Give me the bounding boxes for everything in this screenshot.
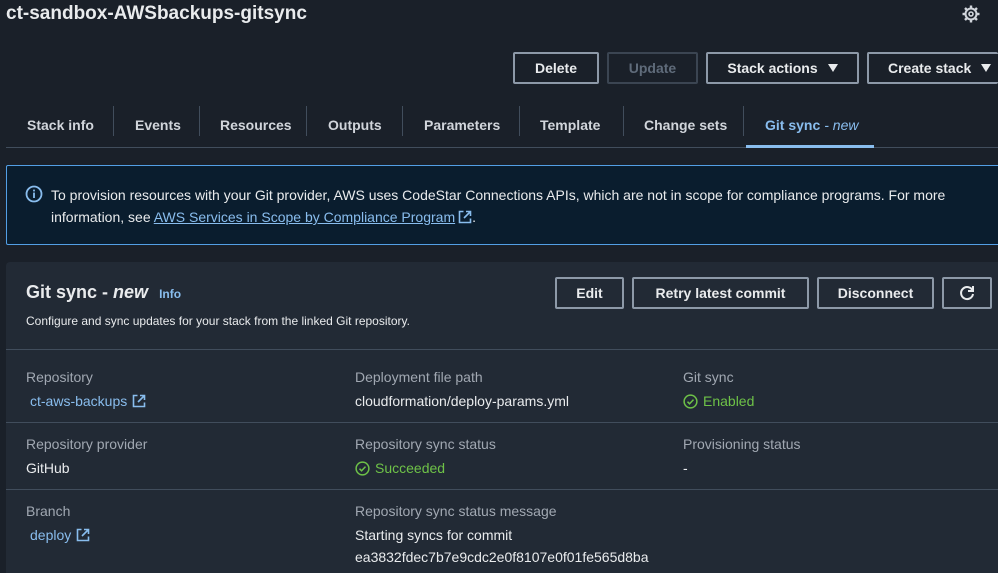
tab-bar: Stack info Events Resources Outputs Para… (6, 102, 998, 148)
create-stack-label: Create stack (888, 60, 972, 76)
git-sync-panel: Git sync - new Info Configure and sync u… (6, 262, 998, 573)
active-tab-indicator (746, 145, 874, 148)
disconnect-button-label: Disconnect (837, 285, 914, 301)
retry-latest-commit-button[interactable]: Retry latest commit (632, 277, 809, 309)
tab-change-sets[interactable]: Change sets (644, 102, 727, 148)
stack-actions-label: Stack actions (727, 60, 818, 76)
repository-sync-status-label: Repository sync status (355, 436, 496, 452)
external-link-icon (76, 528, 90, 542)
tab-separator (199, 106, 200, 136)
repository-value: ct-aws-backups (30, 393, 128, 409)
tab-parameters[interactable]: Parameters (424, 102, 500, 148)
tab-label: Outputs (328, 117, 382, 133)
compliance-program-link[interactable]: AWS Services in Scope by Compliance Prog… (154, 209, 455, 225)
repository-sync-message-line1: Starting syncs for commit (355, 527, 513, 543)
deployment-file-label: Deployment file path (355, 369, 483, 385)
edit-button[interactable]: Edit (555, 277, 624, 309)
external-link-icon (132, 394, 146, 408)
repository-sync-status-value: Succeeded (375, 460, 446, 476)
tab-new-tag: - new (824, 117, 859, 133)
tab-stack-info[interactable]: Stack info (27, 102, 94, 148)
stack-actions-button[interactable]: Stack actions (706, 52, 859, 84)
git-sync-value: Enabled (703, 393, 755, 409)
refresh-button[interactable] (942, 277, 992, 309)
tab-label: Change sets (644, 117, 728, 133)
check-circle-icon (355, 460, 370, 476)
caret-down-icon (981, 64, 992, 72)
git-sync-status: Enabled (683, 393, 754, 409)
row-divider (6, 489, 998, 490)
check-circle-icon (683, 393, 698, 409)
caret-down-icon (827, 64, 838, 72)
tab-separator (623, 106, 624, 136)
update-button[interactable]: Update (607, 52, 698, 84)
row-divider (6, 422, 998, 423)
tab-template[interactable]: Template (540, 102, 600, 148)
tab-separator (306, 106, 307, 136)
repository-label: Repository (26, 369, 93, 385)
disconnect-button[interactable]: Disconnect (817, 277, 934, 309)
repository-sync-message-label: Repository sync status message (355, 503, 557, 519)
delete-button[interactable]: Delete (513, 52, 599, 84)
panel-title: Git sync - new Info (26, 282, 181, 303)
tab-label: Resources (220, 117, 292, 133)
panel-divider (6, 349, 998, 350)
tab-label: Stack info (27, 117, 94, 133)
repository-provider-label: Repository provider (26, 436, 148, 452)
repository-link[interactable]: ct-aws-backups (30, 393, 146, 409)
tab-label: Parameters (424, 117, 501, 133)
tab-separator (402, 106, 403, 136)
branch-label: Branch (26, 503, 71, 519)
tab-label: Template (540, 117, 601, 133)
info-link[interactable]: Info (159, 287, 181, 301)
refresh-icon (960, 286, 974, 301)
tab-label: Git sync (765, 117, 821, 133)
info-alert: To provision resources with your Git pro… (6, 165, 998, 245)
alert-text-end: . (472, 209, 477, 225)
tab-separator (113, 106, 114, 136)
panel-description: Configure and sync updates for your stac… (26, 314, 410, 328)
edit-button-label: Edit (576, 285, 603, 301)
tab-outputs[interactable]: Outputs (328, 102, 382, 148)
update-button-label: Update (628, 60, 677, 76)
gear-icon[interactable] (960, 3, 982, 25)
create-stack-button[interactable]: Create stack (867, 52, 998, 84)
git-sync-label: Git sync (683, 369, 734, 385)
panel-title-text: Git sync - (26, 282, 109, 302)
repository-sync-status: Succeeded (355, 460, 445, 476)
tab-separator (519, 106, 520, 136)
delete-button-label: Delete (534, 60, 578, 76)
commit-hash: ea3832fdec7b7e9cdc2e0f8107e0f01fe565d8ba (355, 549, 649, 565)
provisioning-status-value: - (683, 460, 688, 476)
page-title: ct-sandbox-AWSbackups-gitsync (6, 3, 307, 24)
tab-events[interactable]: Events (135, 102, 181, 148)
stack-detail-page: ct-sandbox-AWSbackups-gitsync Delete Upd… (0, 0, 998, 573)
panel-title-new: new (113, 282, 149, 302)
branch-value: deploy (30, 527, 72, 543)
retry-button-label: Retry latest commit (655, 285, 786, 301)
tab-label: Events (135, 117, 181, 133)
alert-message: To provision resources with your Git pro… (51, 184, 991, 228)
repository-provider-value: GitHub (26, 460, 70, 476)
info-icon (25, 185, 43, 203)
provisioning-status-label: Provisioning status (683, 436, 801, 452)
tab-resources[interactable]: Resources (220, 102, 292, 148)
deployment-file-value: cloudformation/deploy-params.yml (355, 393, 569, 409)
tab-separator (743, 106, 744, 136)
tab-git-sync[interactable]: Git sync - new (765, 102, 858, 148)
branch-link[interactable]: deploy (30, 527, 90, 543)
external-link-icon (458, 210, 472, 224)
